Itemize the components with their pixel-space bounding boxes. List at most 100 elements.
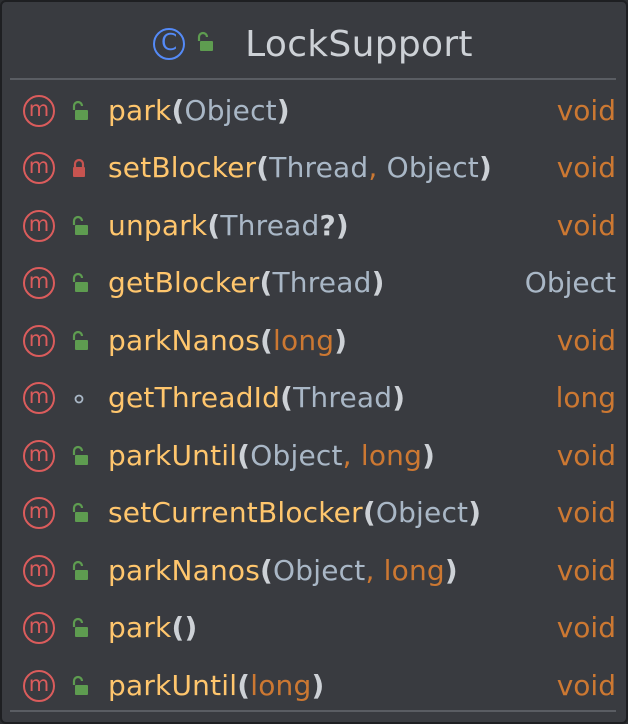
return-type: void bbox=[556, 93, 616, 127]
close-paren: ) bbox=[311, 668, 325, 702]
method-signature: parkNanos(Object, long) bbox=[108, 554, 458, 587]
method-icon: m bbox=[23, 209, 55, 242]
return-type: void bbox=[556, 496, 616, 530]
member-row[interactable]: m setCurrentBlocker(Object) void bbox=[10, 485, 616, 543]
open-paren: ( bbox=[237, 668, 251, 702]
class-diagram-card: C LockSupport m park(Object) void m setBlock… bbox=[0, 0, 628, 724]
method-signature: parkUntil(Object, long) bbox=[108, 439, 435, 472]
close-paren: ) bbox=[371, 266, 385, 300]
close-paren: ) bbox=[392, 381, 406, 415]
public-unlock-icon bbox=[68, 100, 90, 122]
close-paren: ) bbox=[468, 496, 482, 530]
open-paren: ( bbox=[280, 381, 294, 415]
close-paren: ) bbox=[444, 553, 458, 587]
member-row[interactable]: m unpark(Thread?) void bbox=[10, 197, 616, 255]
method-name: parkUntil bbox=[108, 438, 238, 472]
param-separator: , bbox=[342, 438, 361, 472]
member-list: m park(Object) void m setBlocker(Thread, Obj… bbox=[10, 82, 616, 712]
method-name: getBlocker bbox=[108, 266, 260, 300]
method-signature: setBlocker(Thread, Object) bbox=[108, 151, 492, 184]
param-type: Thread bbox=[293, 381, 393, 415]
public-unlock-icon bbox=[68, 502, 90, 524]
param-type: long bbox=[383, 553, 445, 587]
member-row[interactable]: m parkUntil(long) void bbox=[10, 657, 616, 715]
method-icon: m bbox=[23, 324, 55, 357]
param-type: long bbox=[360, 438, 423, 472]
return-type: long bbox=[555, 381, 616, 415]
return-type: void bbox=[556, 438, 616, 472]
member-row[interactable]: m getThreadId(Thread) long bbox=[10, 370, 616, 428]
method-signature: unpark(Thread?) bbox=[108, 209, 349, 242]
method-icon: m bbox=[23, 152, 55, 185]
private-lock-icon bbox=[68, 157, 90, 179]
public-unlock-icon bbox=[193, 31, 215, 57]
param-type: Object bbox=[386, 151, 479, 185]
param-separator: , bbox=[365, 553, 384, 587]
close-paren: ) bbox=[334, 323, 348, 357]
close-paren: ) bbox=[478, 151, 492, 185]
method-name: park bbox=[108, 93, 172, 127]
public-unlock-icon bbox=[68, 330, 90, 352]
method-icon: m bbox=[23, 554, 55, 587]
param-type: Thread bbox=[269, 151, 369, 185]
open-paren: ( bbox=[362, 496, 376, 530]
open-paren: ( bbox=[260, 553, 274, 587]
method-icon: m bbox=[23, 439, 55, 472]
public-unlock-icon bbox=[68, 445, 90, 467]
method-icon: m bbox=[23, 382, 55, 415]
member-row[interactable]: m setBlocker(Thread, Object) void bbox=[10, 140, 616, 198]
open-paren: ( bbox=[256, 151, 270, 185]
param-type: Object bbox=[250, 438, 343, 472]
return-type: void bbox=[556, 151, 616, 185]
member-row[interactable]: m park(Object) void bbox=[10, 82, 616, 140]
method-name: setBlocker bbox=[108, 151, 257, 185]
close-paren: ) bbox=[422, 438, 436, 472]
return-type: void bbox=[556, 611, 616, 645]
open-paren: ( bbox=[237, 438, 251, 472]
public-unlock-icon bbox=[68, 617, 90, 639]
method-name: parkNanos bbox=[108, 323, 261, 357]
member-row[interactable]: m park() void bbox=[10, 600, 616, 658]
method-signature: park(Object) bbox=[108, 94, 290, 127]
method-signature: parkNanos(long) bbox=[108, 324, 347, 357]
public-unlock-icon bbox=[68, 560, 90, 582]
return-type: void bbox=[556, 668, 616, 702]
class-header: C LockSupport bbox=[10, 10, 616, 80]
param-type: Object bbox=[273, 553, 366, 587]
open-paren: ( bbox=[171, 611, 185, 645]
method-icon: m bbox=[23, 497, 55, 530]
return-type: void bbox=[556, 553, 616, 587]
method-signature: parkUntil(long) bbox=[108, 669, 324, 702]
return-type: void bbox=[556, 208, 616, 242]
member-row[interactable]: m parkNanos(Object, long) void bbox=[10, 542, 616, 600]
param-type: Object bbox=[184, 93, 277, 127]
open-paren: ( bbox=[207, 208, 221, 242]
method-name: parkNanos bbox=[108, 553, 261, 587]
open-paren: ( bbox=[260, 323, 274, 357]
public-unlock-icon bbox=[68, 675, 90, 697]
member-row[interactable]: m getBlocker(Thread) Object bbox=[10, 255, 616, 313]
return-type: void bbox=[556, 323, 616, 357]
param-type: Object bbox=[375, 496, 469, 530]
close-paren: ) bbox=[276, 93, 290, 127]
method-signature: setCurrentBlocker(Object) bbox=[108, 496, 481, 529]
method-signature: getThreadId(Thread) bbox=[108, 381, 405, 414]
param-type: Thread bbox=[220, 208, 320, 242]
public-unlock-icon bbox=[68, 215, 90, 237]
method-icon: m bbox=[23, 94, 55, 127]
method-name: parkUntil bbox=[108, 668, 238, 702]
method-name: getThreadId bbox=[108, 381, 281, 415]
param-separator: , bbox=[368, 151, 387, 185]
return-type: Object bbox=[524, 266, 616, 300]
member-row[interactable]: m parkUntil(Object, long) void bbox=[10, 427, 616, 485]
param-type: long bbox=[273, 323, 335, 357]
class-icon: C bbox=[153, 28, 186, 60]
param-type: Thread bbox=[272, 266, 372, 300]
member-row[interactable]: m parkNanos(long) void bbox=[10, 312, 616, 370]
method-name: park bbox=[108, 611, 172, 645]
open-paren: ( bbox=[171, 93, 185, 127]
open-paren: ( bbox=[259, 266, 273, 300]
method-icon: m bbox=[23, 267, 55, 300]
method-icon: m bbox=[23, 669, 55, 702]
method-icon: m bbox=[23, 612, 55, 645]
